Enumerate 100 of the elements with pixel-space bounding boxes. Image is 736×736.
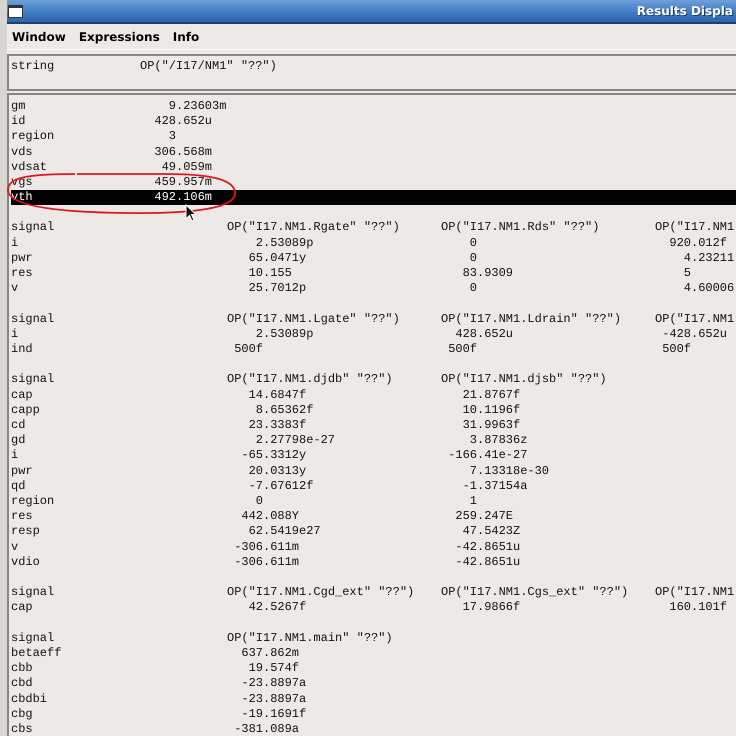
table-cell-text: 492.106m: [153, 190, 212, 206]
column-header: OP("I17.NM1.Ldrain" "??"): [441, 312, 622, 327]
table-cell-text: 637.862m: [240, 646, 300, 662]
table-cell-text: res: [11, 509, 34, 524]
table-cell-text: vds: [11, 144, 34, 160]
table-cell-text: 2.27798e-27: [254, 433, 336, 448]
table-cell-text: 65.0471y: [248, 250, 308, 266]
table-cell-text: -23.8897a: [240, 676, 308, 692]
table-cell-text: 20.0313y: [248, 464, 308, 479]
table-cell-text: 0: [468, 250, 478, 266]
table-cell-text: qd: [11, 478, 26, 494]
table-cell-text: 500f: [661, 342, 692, 358]
table-cell-text: cd: [11, 418, 26, 434]
window-icon[interactable]: [8, 4, 23, 18]
table-cell-text: 500f: [447, 342, 478, 358]
table-cell-text: capp: [11, 402, 41, 418]
column-header: OP("I17.NM1.djdb" "??"): [227, 372, 394, 388]
column-header: OP("I17.NM1.Cgs_ext" "??"): [441, 585, 630, 600]
table-cell-text: resp: [11, 524, 41, 540]
table-cell-text: gm: [11, 99, 26, 114]
table-row[interactable]: id 428.652u: [11, 114, 736, 130]
table-cell-text: cbb: [11, 661, 34, 676]
table-cell-text: vdsat: [11, 160, 48, 176]
table-cell-text: 42.5267f: [248, 600, 308, 616]
table-cell-text: 1: [468, 494, 478, 510]
table-cell-text: 0: [254, 494, 264, 510]
table-cell-text: -306.611m: [233, 554, 300, 570]
table-cell-text: 25.7012p: [248, 281, 308, 296]
table-cell-text: 3.87836z: [468, 433, 528, 448]
table-cell-text: 14.6847f: [248, 388, 308, 403]
menu-item[interactable]: Window: [12, 30, 66, 44]
table-cell-text: cbs: [11, 722, 34, 736]
table-cell-text: 23.3383f: [248, 418, 308, 434]
table-cell-text: 0: [468, 281, 478, 296]
table-row[interactable]: gm 9.23603m: [11, 99, 736, 114]
menu-item[interactable]: Info: [172, 30, 200, 44]
table-cell-text: -381.089a: [233, 722, 300, 736]
table-cell-text: id: [11, 114, 26, 130]
table-cell-text: 2.53089p: [254, 236, 314, 251]
table-cell-text: pwr: [11, 250, 34, 266]
column-header: OP("I17.NM1.Lgate" "??"): [227, 312, 401, 327]
table-cell-text: 428.652u: [454, 326, 514, 342]
window-title: Results Displa: [636, 4, 733, 18]
table-cell-text: region: [11, 129, 56, 145]
column-header: signal: [11, 220, 56, 236]
table-cell-text: 7.13318e-30: [468, 464, 550, 479]
table-cell-text: 306.568m: [153, 144, 212, 160]
table-cell-text: v: [11, 540, 20, 555]
table-cell-text: -23.8897a: [240, 692, 308, 707]
table-cell-text: cap: [11, 600, 34, 616]
table-cell-text: i: [11, 236, 20, 251]
table-row[interactable]: vdsat 49.059m: [11, 160, 736, 176]
table-cell-text: -19.1691f: [240, 706, 308, 722]
table-cell-text: 4.60006: [682, 281, 736, 296]
table-cell-text: 9.23603m: [168, 99, 226, 114]
column-header: OP("I17.NM1.Rgate" "??"): [227, 220, 401, 236]
column-header: signal: [11, 585, 56, 600]
table-cell-text: 47.5423Z: [462, 524, 522, 540]
table-cell-text: 500f: [233, 342, 264, 358]
table-cell-text: 31.9963f: [462, 418, 522, 434]
table-cell-text: 0: [468, 236, 478, 251]
table-cell-text: 8.65362f: [254, 402, 314, 418]
table-cell-text: res: [11, 266, 34, 282]
table-cell-text: 3: [168, 129, 176, 145]
table-cell-text: 259.247E: [454, 509, 514, 524]
table-cell-text: 10.1196f: [462, 402, 522, 418]
table-cell-text: i: [11, 326, 20, 342]
table-row[interactable]: region 3: [11, 129, 736, 145]
table-cell-text: 62.5419e27: [248, 524, 322, 540]
table-cell-text: betaeff: [11, 646, 62, 662]
table-cell-text: 4.23211: [682, 250, 736, 266]
table-cell-text: cbg: [11, 706, 34, 722]
table-cell-text: 442.088Y: [240, 509, 300, 524]
table-cell-text: cap: [11, 388, 34, 403]
field-value: OP("/I17/NM1" "??"): [140, 59, 277, 74]
table-cell-text: 19.574f: [248, 661, 300, 676]
table-cell-text: -428.652u: [661, 326, 728, 342]
field-label: string: [11, 59, 56, 74]
column-header: signal: [11, 630, 56, 646]
table-cell-text: 21.8767f: [462, 388, 522, 403]
menu-item[interactable]: Expressions: [78, 30, 160, 44]
table-cell-text: -42.8651u: [454, 540, 522, 555]
table-cell-text: 5: [682, 266, 692, 282]
table-cell-text: -42.8651u: [454, 554, 522, 570]
table-cell-text: region: [11, 494, 56, 510]
cursor-icon: [185, 204, 197, 222]
table-cell-text: 17.9866f: [462, 600, 522, 616]
column-header: signal: [11, 372, 56, 388]
table-cell-text: cbd: [11, 676, 34, 692]
table-cell-text: ind: [11, 342, 34, 358]
column-header: OP("I17.NM1.Rds" "??"): [441, 220, 600, 236]
table-cell-text: i: [11, 448, 20, 464]
column-header: signal: [11, 312, 56, 327]
table-cell-text: -1.37154a: [462, 478, 528, 494]
table-cell-text: 459.957m: [153, 175, 212, 190]
table-cell-text: 49.059m: [160, 160, 212, 176]
table-cell-text: 428.652u: [153, 114, 212, 130]
column-header: OP("I17.NM1.main" "??"): [227, 630, 394, 646]
column-header: OP("I17.NM1: [655, 585, 736, 600]
table-row[interactable]: vds 306.568m: [11, 144, 736, 160]
